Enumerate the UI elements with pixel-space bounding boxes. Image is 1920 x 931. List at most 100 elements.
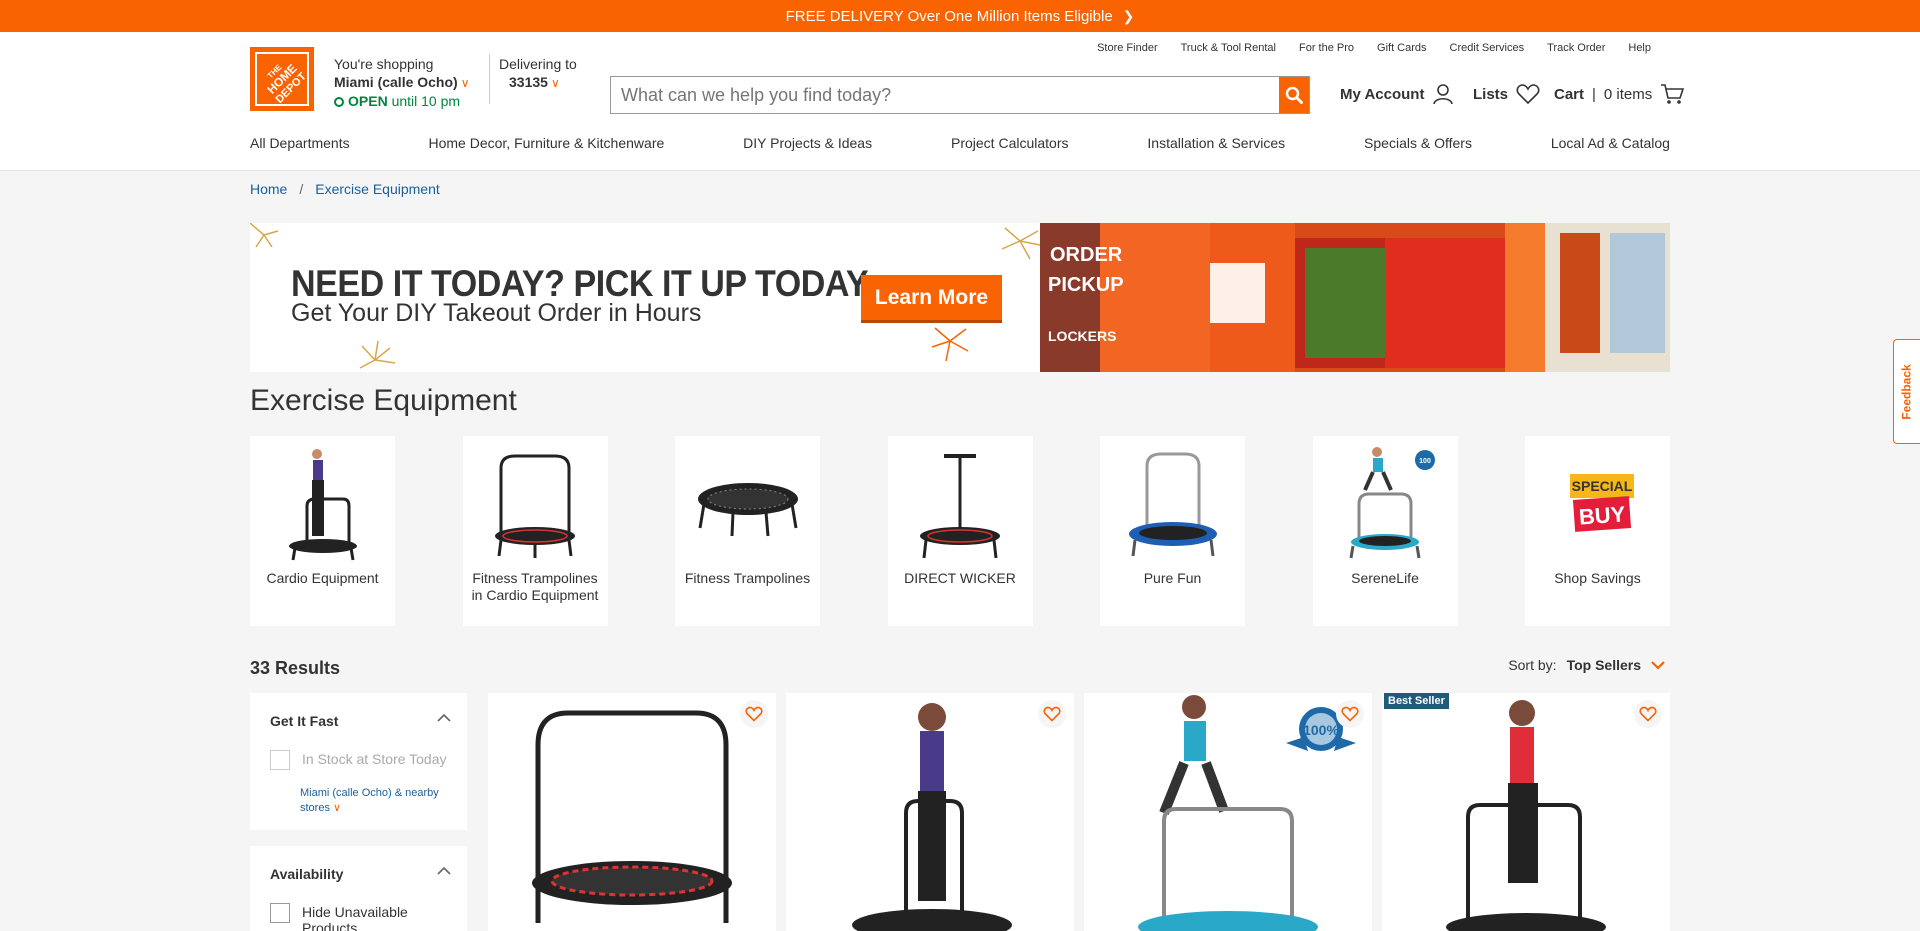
store-prefix: You're shopping: [334, 56, 434, 72]
woman-trampoline-product-image: [1446, 700, 1606, 931]
sort-dropdown[interactable]: Sort by: Top Sellers: [1508, 657, 1665, 673]
category-label: Pure Fun: [1143, 570, 1202, 586]
search-bar: [610, 76, 1310, 114]
product-card[interactable]: [488, 693, 776, 931]
favorite-button[interactable]: [740, 700, 768, 728]
favorite-button[interactable]: [1336, 700, 1364, 728]
promo-text: FREE DELIVERY Over One Million Items Eli…: [785, 7, 1113, 25]
nav-specials-offers[interactable]: Specials & Offers: [1364, 135, 1472, 151]
utility-link-help[interactable]: Help: [1628, 42, 1651, 54]
chevron-down-icon: ∨: [333, 802, 342, 814]
pickup-lockers-photo: ORDER PICKUP LOCKERS: [1040, 223, 1670, 372]
utility-link-track-order[interactable]: Track Order: [1547, 42, 1605, 54]
sort-value: Top Sellers: [1566, 657, 1641, 673]
product-card[interactable]: Best Seller: [1382, 693, 1670, 931]
account-label: My Account: [1340, 85, 1425, 103]
product-card[interactable]: 100%: [1084, 693, 1372, 931]
store-name: Miami (calle Ocho): [334, 74, 458, 90]
utility-link-credit-services[interactable]: Credit Services: [1450, 42, 1525, 54]
trampoline-image: [697, 483, 798, 537]
category-tiles: Cardio Equipment Fitness Trampolines in …: [250, 436, 1670, 626]
promo-banner-pickup[interactable]: NEED IT TODAY? PICK IT UP TODAY. Get You…: [250, 223, 1670, 372]
category-label: Cardio Equipment: [266, 570, 379, 586]
utility-link-for-the-pro[interactable]: For the Pro: [1299, 42, 1354, 54]
photo-text-pickup: PICKUP: [1048, 274, 1124, 296]
nav-home-decor[interactable]: Home Decor, Furniture & Kitchenware: [429, 135, 665, 151]
category-tile-cardio[interactable]: Cardio Equipment: [250, 436, 395, 626]
heart-icon: [745, 706, 763, 722]
product-card[interactable]: [786, 693, 1074, 931]
my-account-button[interactable]: My Account: [1340, 83, 1454, 105]
chevron-down-icon: ∨: [550, 76, 560, 90]
category-label: Shop Savings: [1554, 570, 1641, 586]
lists-button[interactable]: Lists: [1473, 83, 1540, 105]
woman-trampoline-product-image: [852, 703, 1012, 931]
category-tile-shop-savings[interactable]: SPECIAL BUY Shop Savings: [1525, 436, 1670, 626]
nearby-stores-link[interactable]: Miami (calle Ocho) & nearby stores ∨: [300, 786, 450, 816]
zip-code: 33135: [509, 74, 548, 90]
in-stock-checkbox[interactable]: [270, 750, 290, 770]
utility-link-gift-cards[interactable]: Gift Cards: [1377, 42, 1427, 54]
utility-link-truck-rental[interactable]: Truck & Tool Rental: [1181, 42, 1276, 54]
banner-subline: Get Your DIY Takeout Order in Hours: [291, 299, 702, 327]
clock-icon: [334, 97, 344, 107]
site-header: THE HOME DEPOT You're shopping Miami (ca…: [0, 32, 1920, 171]
special-buy-top-text: SPECIAL: [1571, 478, 1632, 494]
divider: [489, 54, 490, 104]
chevron-up-icon[interactable]: [437, 866, 451, 876]
utility-link-store-finder[interactable]: Store Finder: [1097, 42, 1158, 54]
trampoline-product-image: [532, 710, 732, 923]
filter-availability: Availability Hide Unavailable Products: [250, 846, 467, 931]
nearby-stores-text: Miami (calle Ocho) & nearby stores: [300, 787, 439, 814]
promo-banner[interactable]: FREE DELIVERY Over One Million Items Eli…: [0, 0, 1920, 32]
category-tile-direct-wicker[interactable]: DIRECT WICKER: [887, 436, 1033, 626]
open-status: OPEN: [348, 93, 388, 109]
heart-icon: [1341, 706, 1359, 722]
photo-text-order: ORDER: [1050, 244, 1123, 266]
heart-icon: [1516, 84, 1540, 105]
home-depot-logo[interactable]: THE HOME DEPOT: [250, 47, 314, 111]
heart-icon: [1043, 706, 1061, 722]
category-label: Fitness Trampolines in Cardio Equipment: [471, 570, 599, 603]
search-button[interactable]: [1279, 77, 1309, 113]
store-selector[interactable]: You're shopping Miami (calle Ocho) ∨ OPEN…: [334, 55, 470, 110]
chevron-down-icon: [1651, 661, 1665, 670]
best-seller-badge: Best Seller: [1384, 693, 1449, 709]
hide-unavailable-checkbox[interactable]: [270, 903, 290, 923]
chevron-up-icon[interactable]: [437, 713, 451, 723]
category-tile-serenelife[interactable]: 100 SereneLife: [1312, 436, 1458, 626]
results-count: 33 Results: [250, 658, 341, 678]
breadcrumb-home[interactable]: Home: [250, 181, 287, 197]
main-nav: All Departments Home Decor, Furniture & …: [250, 135, 1670, 151]
jumping-woman-trampoline-image: 100: [1349, 447, 1435, 559]
category-tile-fitness-trampolines-cardio[interactable]: Fitness Trampolines in Cardio Equipment: [462, 436, 608, 626]
search-icon: [1285, 86, 1303, 104]
page-title: Exercise Equipment: [250, 384, 517, 417]
search-input[interactable]: [611, 77, 1279, 113]
lists-label: Lists: [1473, 85, 1509, 103]
nav-all-departments[interactable]: All Departments: [250, 135, 350, 151]
favorite-button[interactable]: [1038, 700, 1066, 728]
cart-button[interactable]: Cart | 0 items: [1554, 83, 1685, 105]
cart-count: 0 items: [1603, 85, 1653, 103]
nav-installation-services[interactable]: Installation & Services: [1147, 135, 1285, 151]
nav-project-calculators[interactable]: Project Calculators: [951, 135, 1069, 151]
breadcrumb-current[interactable]: Exercise Equipment: [315, 181, 440, 197]
learn-more-button[interactable]: Learn More: [861, 275, 1002, 320]
breadcrumb: Home / Exercise Equipment: [250, 181, 440, 197]
cart-label: Cart: [1554, 85, 1585, 103]
category-tile-fitness-trampolines[interactable]: Fitness Trampolines: [675, 436, 820, 626]
utility-nav: Store Finder Truck & Tool Rental For the…: [1097, 42, 1651, 54]
category-label: DIRECT WICKER: [904, 570, 1016, 586]
trampoline-woman-image: [288, 449, 357, 561]
favorite-button[interactable]: [1634, 700, 1662, 728]
special-buy-bottom-text: BUY: [1578, 501, 1626, 529]
delivery-zip-selector[interactable]: Delivering to 33135 ∨: [499, 55, 577, 92]
nav-diy-projects[interactable]: DIY Projects & Ideas: [743, 135, 872, 151]
feedback-tab[interactable]: Feedback: [1893, 339, 1920, 444]
category-label: SereneLife: [1351, 570, 1419, 586]
category-label: Fitness Trampolines: [684, 570, 811, 586]
trampoline-image: [920, 454, 1000, 559]
category-tile-pure-fun[interactable]: Pure Fun: [1100, 436, 1245, 626]
nav-local-ad[interactable]: Local Ad & Catalog: [1551, 135, 1670, 151]
